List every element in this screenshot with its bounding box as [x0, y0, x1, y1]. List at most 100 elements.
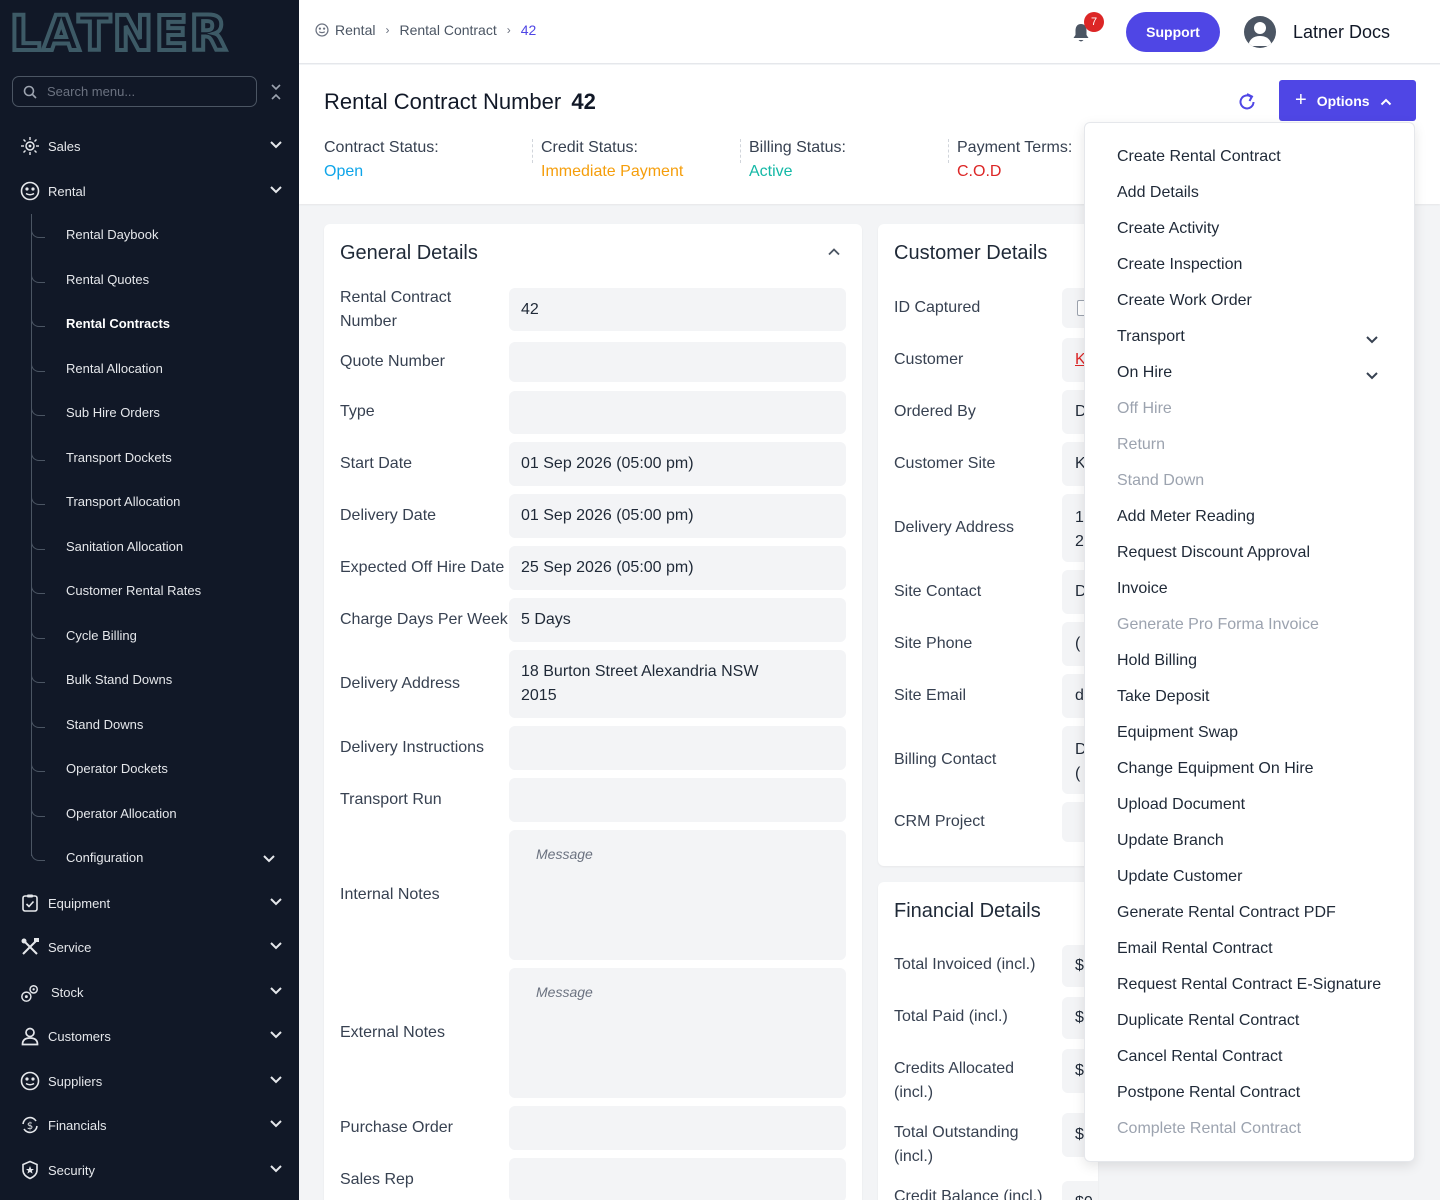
nav-stock[interactable]: Stock: [0, 970, 299, 1014]
sidebar-item-stand-downs[interactable]: Stand Downs: [66, 715, 143, 735]
menu-item-request-discount-approval[interactable]: Request Discount Approval: [1117, 541, 1397, 565]
nav-rental[interactable]: Rental: [0, 169, 299, 213]
nav-service[interactable]: Service: [0, 925, 299, 969]
charge-days-field[interactable]: 5 Days: [509, 598, 846, 642]
field-label: Total Outstanding (incl.): [894, 1124, 1019, 1165]
tree-branch: [31, 449, 45, 461]
chevron-up-icon: [1380, 95, 1392, 107]
menu-item-hold-billing[interactable]: Hold Billing: [1117, 649, 1397, 673]
svg-text:$: $: [27, 1121, 33, 1132]
menu-item-take-deposit[interactable]: Take Deposit: [1117, 685, 1397, 709]
menu-item-add-details[interactable]: Add Details: [1117, 181, 1397, 205]
transport-run-field[interactable]: [509, 778, 846, 822]
sidebar-item-sub-hire-orders[interactable]: Sub Hire Orders: [66, 403, 160, 423]
nav-label: Stock: [51, 984, 84, 1000]
menu-item-email-rental-contract[interactable]: Email Rental Contract: [1117, 937, 1397, 961]
menu-item-invoice[interactable]: Invoice: [1117, 577, 1397, 601]
menu-item-create-rental-contract[interactable]: Create Rental Contract: [1117, 145, 1397, 169]
support-button[interactable]: Support: [1126, 12, 1220, 52]
payment-terms: Payment Terms: C.O.D: [957, 139, 1072, 185]
menu-item-change-equipment-on-hire[interactable]: Change Equipment On Hire: [1117, 757, 1397, 781]
nav-customers[interactable]: Customers: [0, 1014, 299, 1058]
field-label: Total Paid (incl.): [894, 1008, 1008, 1025]
sidebar-item-rental-daybook[interactable]: Rental Daybook: [66, 225, 159, 245]
tree-branch: [31, 849, 45, 861]
latner-logo[interactable]: LATNER: [8, 4, 280, 64]
rental-contract-number-field[interactable]: 42: [509, 288, 846, 331]
refresh-icon[interactable]: [1236, 91, 1258, 113]
menu-item-create-work-order[interactable]: Create Work Order: [1117, 289, 1397, 313]
status-label: Contract Status:: [324, 139, 439, 156]
menu-item-duplicate-rental-contract[interactable]: Duplicate Rental Contract: [1117, 1009, 1397, 1033]
options-button[interactable]: + Options: [1279, 80, 1416, 121]
chevron-down-icon: [269, 1073, 283, 1087]
sidebar-item-transport-allocation[interactable]: Transport Allocation: [66, 492, 180, 512]
expected-off-hire-date-field[interactable]: 25 Sep 2026 (05:00 pm): [509, 546, 846, 590]
sidebar-item-operator-allocation[interactable]: Operator Allocation: [66, 804, 177, 824]
menu-item-cancel-rental-contract[interactable]: Cancel Rental Contract: [1117, 1045, 1397, 1069]
menu-item-update-customer[interactable]: Update Customer: [1117, 865, 1397, 889]
divider: [740, 139, 741, 163]
delivery-address-field[interactable]: 18 Burton Street Alexandria NSW 2015: [509, 650, 846, 718]
chevron-down-icon: [269, 138, 283, 152]
menu-item-off-hire: Off Hire: [1117, 400, 1172, 417]
start-date-field[interactable]: 01 Sep 2026 (05:00 pm): [509, 442, 846, 486]
nav-security[interactable]: Security: [0, 1148, 299, 1192]
menu-item-update-branch[interactable]: Update Branch: [1117, 829, 1397, 853]
purchase-order-field[interactable]: [509, 1106, 846, 1150]
menu-item-on-hire[interactable]: On Hire: [1117, 361, 1397, 385]
sidebar-item-bulk-stand-downs[interactable]: Bulk Stand Downs: [66, 670, 172, 690]
collapse-sidebar-icon[interactable]: [268, 82, 284, 102]
menu-item-transport[interactable]: Transport: [1117, 325, 1397, 349]
chevron-up-icon[interactable]: [826, 244, 842, 260]
menu-item-upload-document[interactable]: Upload Document: [1117, 793, 1397, 817]
menu-item-request-e-signature[interactable]: Request Rental Contract E-Signature: [1117, 973, 1397, 997]
delivery-instructions-field[interactable]: [509, 726, 846, 770]
nav-suppliers[interactable]: Suppliers: [0, 1059, 299, 1103]
sidebar-item-rental-allocation[interactable]: Rental Allocation: [66, 359, 163, 379]
quote-number-field[interactable]: [509, 342, 846, 382]
face-icon: [315, 23, 329, 37]
nav-financials[interactable]: $ Financials: [0, 1103, 299, 1147]
internal-notes-textarea[interactable]: Message: [509, 830, 846, 960]
tree-branch: [31, 226, 45, 238]
chevron-down-icon[interactable]: [262, 852, 276, 866]
tree-branch: [31, 360, 45, 372]
sidebar-item-customer-rental-rates[interactable]: Customer Rental Rates: [66, 581, 201, 601]
user-name[interactable]: Latner Docs: [1293, 22, 1390, 43]
chevron-down-icon: [269, 1117, 283, 1131]
sidebar-item-sanitation-allocation[interactable]: Sanitation Allocation: [66, 537, 183, 557]
status-label: Payment Terms:: [957, 139, 1073, 156]
menu-item-complete-rental-contract: Complete Rental Contract: [1117, 1120, 1302, 1137]
menu-item-create-inspection[interactable]: Create Inspection: [1117, 253, 1397, 277]
breadcrumb-rental[interactable]: Rental: [335, 22, 375, 38]
type-field[interactable]: [509, 391, 846, 434]
nav-sales[interactable]: Sales: [0, 124, 299, 168]
sidebar-item-rental-quotes[interactable]: Rental Quotes: [66, 270, 149, 290]
search-menu-input[interactable]: [47, 84, 227, 99]
sidebar-item-operator-dockets[interactable]: Operator Dockets: [66, 759, 168, 779]
menu-item-postpone-rental-contract[interactable]: Postpone Rental Contract: [1117, 1081, 1397, 1105]
sidebar-item-transport-dockets[interactable]: Transport Dockets: [66, 448, 172, 468]
field-label: Ordered By: [894, 403, 976, 420]
field-label: Delivery Address: [894, 519, 1015, 536]
chevron-down-icon: [269, 984, 283, 998]
breadcrumb-rental-contract[interactable]: Rental Contract: [399, 22, 496, 38]
avatar[interactable]: [1244, 16, 1276, 48]
field-label: Credits Allocated (incl.): [894, 1060, 1015, 1101]
menu-item-equipment-swap[interactable]: Equipment Swap: [1117, 721, 1397, 745]
sales-rep-field[interactable]: [509, 1158, 846, 1200]
menu-item-stand-down: Stand Down: [1117, 472, 1205, 489]
external-notes-textarea[interactable]: Message: [509, 968, 846, 1098]
sidebar-item-cycle-billing[interactable]: Cycle Billing: [66, 626, 137, 646]
nav-equipment[interactable]: Equipment: [0, 881, 299, 925]
top-bar: Rental › Rental Contract › 42 7 Support …: [299, 0, 1440, 64]
delivery-date-field[interactable]: 01 Sep 2026 (05:00 pm): [509, 494, 846, 538]
menu-search[interactable]: [12, 76, 257, 107]
field-label: Site Contact: [894, 583, 982, 600]
menu-item-create-activity[interactable]: Create Activity: [1117, 217, 1397, 241]
sidebar-item-rental-contracts[interactable]: Rental Contracts: [66, 314, 170, 334]
sidebar-item-configuration[interactable]: Configuration: [66, 848, 143, 868]
menu-item-add-meter-reading[interactable]: Add Meter Reading: [1117, 505, 1397, 529]
menu-item-generate-rental-contract-pdf[interactable]: Generate Rental Contract PDF: [1117, 901, 1397, 925]
